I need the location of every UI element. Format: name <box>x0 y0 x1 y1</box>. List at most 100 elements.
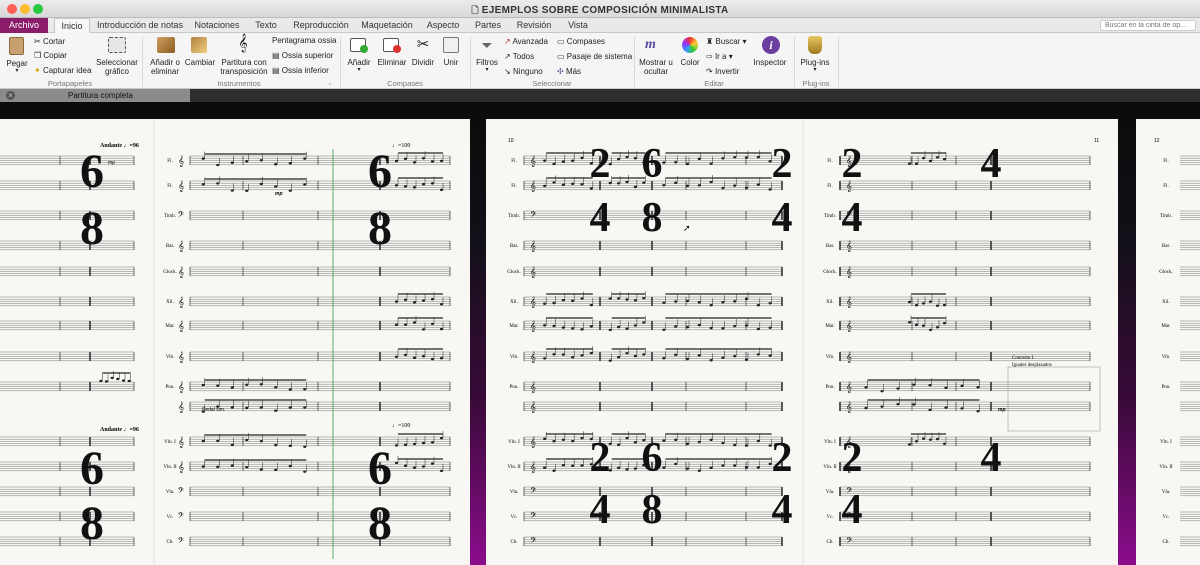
clef-icon: 𝄞 <box>530 155 536 167</box>
instrument-label: Vln. I <box>1160 440 1172 445</box>
tab-aspecto[interactable]: Aspecto <box>422 18 464 33</box>
time-signature: 2 <box>772 435 793 481</box>
tab-archivo[interactable]: Archivo <box>0 18 48 33</box>
note-head <box>721 356 725 359</box>
score-page[interactable]: 6 8 6 8 Andante ♩=96 Andante ♩=96 mp 𝄞 Fl. 𝄞 Fl. 𝄢 T… <box>0 119 470 565</box>
ir-a-button[interactable]: ⇨ Ir a ▾ <box>706 52 733 61</box>
note-head <box>942 158 947 161</box>
chevron-down-icon: ▾ <box>485 67 489 73</box>
ossia-up-icon: ▤ <box>272 51 280 60</box>
avanzada-button[interactable]: ↗ Avanzada <box>504 37 548 46</box>
invertir-button[interactable]: ↷ Invertir <box>706 67 739 76</box>
document-tab[interactable]: × Partitura completa <box>0 89 190 102</box>
note-head <box>245 406 249 410</box>
note-head <box>928 408 932 412</box>
note-head <box>756 439 760 443</box>
note-head <box>403 443 408 447</box>
ribbon-search-input[interactable] <box>1100 20 1196 31</box>
tab-maquetacion[interactable]: Maquetación <box>358 18 416 33</box>
todos-button[interactable]: ↗ Todos <box>504 52 534 61</box>
note-head <box>864 386 868 389</box>
instrument-label: Pno. <box>165 385 174 390</box>
arrow-right-icon: ⇨ <box>706 52 713 61</box>
note-head <box>216 439 220 443</box>
ribbon-divider <box>142 37 143 87</box>
note-head <box>99 379 103 383</box>
mas-button[interactable]: ✣ Más <box>557 67 581 76</box>
ninguno-button[interactable]: ↘ Ninguno <box>504 67 543 76</box>
scissors-icon: ✂ <box>34 37 41 46</box>
tab-texto[interactable]: Texto <box>250 18 282 33</box>
instrument-label: Fl. <box>167 159 172 164</box>
ossia-inferior-button[interactable]: ▤ Ossia inferior <box>272 66 329 75</box>
note-head <box>935 326 940 329</box>
instrument-label: Xil. <box>510 300 518 305</box>
note-head <box>914 304 919 307</box>
tab-reproduccion[interactable]: Reproducción <box>290 18 352 33</box>
note-head <box>928 300 933 303</box>
time-signature: 2 <box>842 435 863 481</box>
time-signature: 8 <box>642 195 663 241</box>
dialog-launcher-icon[interactable]: ⌟ <box>328 79 331 88</box>
note-head <box>674 438 678 442</box>
note-head <box>201 439 205 443</box>
note-head <box>942 442 947 445</box>
note-head <box>674 462 678 466</box>
tab-vista[interactable]: Vista <box>562 18 594 33</box>
ossia-superior-button[interactable]: ▤ Ossia superior <box>272 51 333 60</box>
note-head <box>674 353 678 357</box>
score-page[interactable]: 10 11 𝄞 𝄞 Fl. Fl. 𝄞 𝄞 Fl. Fl. 𝄢 𝄢 Timb. Timb. 𝄞 𝄞 Bat. Ba… <box>486 119 1118 565</box>
instrument-label: Glock. <box>507 270 520 275</box>
note-head <box>697 323 701 327</box>
copiar-button[interactable]: ❐ Copiar <box>34 51 67 60</box>
dynamic-marking: mp <box>108 160 115 166</box>
note-head <box>896 387 900 390</box>
tab-inicio[interactable]: Inicio <box>54 18 90 33</box>
note-head <box>571 182 575 186</box>
instrument-label: Vib. <box>1162 355 1170 360</box>
time-signature: 2 <box>590 141 611 187</box>
clef-icon: 𝄞 <box>178 155 184 167</box>
compases-select-button[interactable]: ▭ Compases <box>557 37 605 46</box>
note-head <box>543 357 547 360</box>
clef-icon: 𝄞 <box>846 401 852 413</box>
note-head <box>662 439 666 442</box>
close-icon[interactable]: × <box>6 91 15 100</box>
note-head <box>721 464 725 467</box>
clef-icon: 𝄢 <box>178 211 185 222</box>
dynamic-marking: mp <box>998 407 1006 413</box>
note-head <box>561 438 565 441</box>
tab-revision[interactable]: Revisión <box>512 18 556 33</box>
buscar-button[interactable]: ♜ Buscar ▾ <box>706 37 747 46</box>
time-signature: 6 <box>642 141 663 187</box>
binoculars-icon: ♜ <box>706 37 714 46</box>
note-head <box>274 468 278 472</box>
note-head <box>721 301 725 304</box>
note-head <box>439 357 444 360</box>
note-head <box>430 322 435 326</box>
capturar-idea-button[interactable]: ✦ Capturar idea <box>34 66 91 75</box>
pasaje-sistema-button[interactable]: ▭ Pasaje de sistema <box>557 52 632 61</box>
pentagrama-ossia-button[interactable]: Pentagrama ossia <box>272 36 336 45</box>
note-head <box>394 444 399 447</box>
note-head <box>633 185 637 189</box>
note-head <box>216 465 220 469</box>
clef-icon: 𝄢 <box>530 512 537 523</box>
tab-partes[interactable]: Partes <box>470 18 506 33</box>
invert-icon: ↷ <box>706 67 713 76</box>
score-canvas[interactable]: 6 8 6 8 Andante ♩=96 Andante ♩=96 mp 𝄞 Fl. 𝄞 Fl. 𝄢 T… <box>0 102 1200 565</box>
note-head <box>733 300 737 303</box>
note-head <box>230 464 234 467</box>
tab-introduccion-notas[interactable]: Introducción de notas <box>96 18 184 33</box>
tab-notaciones[interactable]: Notaciones <box>190 18 244 33</box>
note-head <box>697 157 701 161</box>
cortar-button[interactable]: ✂ Cortar <box>34 37 65 46</box>
time-signature: 4 <box>590 195 611 241</box>
score-page[interactable]: 12 Fl. Fl. Timb. Bat. Glock. Xil. Mar. Vib. Pno. V… <box>1136 119 1200 565</box>
note-head <box>912 403 916 406</box>
note-head <box>303 445 307 448</box>
clef-icon: 𝄢 <box>178 537 185 548</box>
note-head <box>403 185 408 188</box>
note-head <box>907 162 912 165</box>
note-head <box>907 443 912 446</box>
